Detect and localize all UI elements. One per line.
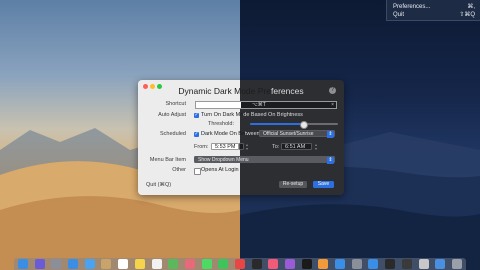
menu-bar-item-label: Menu Bar Item (149, 157, 186, 163)
quit-link[interactable]: Quit (⌘Q) (146, 182, 171, 188)
from-stepper[interactable]: ▴ ▾ (245, 143, 249, 151)
clear-shortcut-icon[interactable]: × (331, 102, 334, 108)
from-time-field-edge (239, 143, 244, 150)
status-menu: Preferences... ⌘, Quit ⇧⌘Q (386, 0, 480, 21)
resetup-button[interactable]: Re-setup (279, 181, 307, 188)
chevron-updown-icon: ⇕ (327, 157, 334, 164)
from-label: From: (194, 144, 209, 150)
books-icon[interactable] (318, 259, 329, 269)
threshold-label: Threshold: (208, 121, 234, 127)
from-time-field[interactable]: 5:53 PM (211, 143, 239, 150)
opens-at-login-text: Opens At Login (201, 167, 239, 173)
safari-icon[interactable] (68, 259, 79, 269)
shortcut-label: Shortcut (165, 101, 186, 107)
select-value: Show Dropdown Menu (198, 157, 249, 163)
dialog-light-half (138, 80, 240, 195)
reminders-icon[interactable] (151, 259, 162, 269)
notes-icon[interactable] (134, 259, 145, 269)
auto-adjust-checkbox[interactable]: ✓ (194, 113, 199, 118)
maps-icon[interactable] (168, 259, 179, 269)
folder-icon[interactable] (435, 259, 446, 269)
menu-item-label: Preferences... (393, 3, 431, 10)
trash-icon[interactable] (451, 259, 462, 269)
auto-adjust-text: Turn On Dark Mode Based On Brightness (201, 112, 303, 118)
dock (14, 258, 466, 270)
menu-item-quit[interactable]: Quit ⇧⌘Q (393, 10, 475, 19)
menu-bar-item-select[interactable]: Show Dropdown Menu ⇕ (194, 156, 335, 164)
menu-item-label: Quit (393, 11, 405, 18)
scheduled-checkbox[interactable]: ✓ (194, 132, 199, 137)
tv-icon[interactable] (301, 259, 312, 269)
music-icon[interactable] (268, 259, 279, 269)
facetime-icon[interactable] (218, 259, 229, 269)
activity-icon[interactable] (401, 259, 412, 269)
script-icon[interactable] (418, 259, 429, 269)
dialog-title: Dynamic Dark Mode Preferences (178, 86, 304, 96)
other-label: Other (172, 167, 186, 173)
preferences-dialog: Dynamic Dark Mode Preferences ? Shortcut… (138, 80, 344, 195)
chevron-updown-icon: ⇕ (327, 131, 334, 138)
launchpad-icon[interactable] (51, 259, 62, 269)
xcode-icon[interactable] (368, 259, 379, 269)
podcasts-icon[interactable] (285, 259, 295, 269)
contacts-icon[interactable] (101, 259, 112, 269)
photos-icon[interactable] (184, 259, 195, 269)
menu-item-shortcut: ⌘, (467, 4, 475, 10)
to-time-field[interactable]: 6:51 AM (281, 143, 312, 150)
opens-at-login-checkbox[interactable] (194, 168, 201, 175)
to-label: To: (272, 144, 280, 150)
finder-icon[interactable] (18, 259, 28, 269)
schedule-source-select[interactable]: Official Sunset/Sunrise ⇕ (259, 130, 335, 138)
shortcut-recorder[interactable]: ⌥⌘T × (195, 101, 337, 109)
help-button[interactable]: ? (329, 87, 336, 94)
slider-knob[interactable] (299, 121, 308, 129)
appstore-icon[interactable] (335, 259, 346, 269)
save-button[interactable]: Save (313, 181, 334, 188)
scheduled-text: Dark Mode On Between (201, 131, 260, 137)
preferences-icon[interactable] (351, 259, 362, 269)
siri-icon[interactable] (34, 259, 45, 269)
news-icon[interactable] (234, 259, 245, 269)
calendar-icon[interactable] (118, 259, 129, 269)
select-value: Official Sunset/Sunrise (263, 131, 314, 137)
mail-icon[interactable] (84, 259, 95, 269)
shortcut-value: ⌥⌘T (252, 102, 266, 108)
stocks-icon[interactable] (251, 259, 262, 269)
auto-adjust-label: Auto Adjust (158, 112, 186, 118)
to-stepper[interactable]: ▴ ▾ (314, 143, 318, 151)
terminal-icon[interactable] (385, 259, 396, 269)
menu-item-shortcut: ⇧⌘Q (459, 12, 475, 18)
messages-icon[interactable] (201, 259, 212, 269)
threshold-slider[interactable] (250, 121, 338, 129)
scheduled-label: Scheduled (160, 131, 186, 137)
